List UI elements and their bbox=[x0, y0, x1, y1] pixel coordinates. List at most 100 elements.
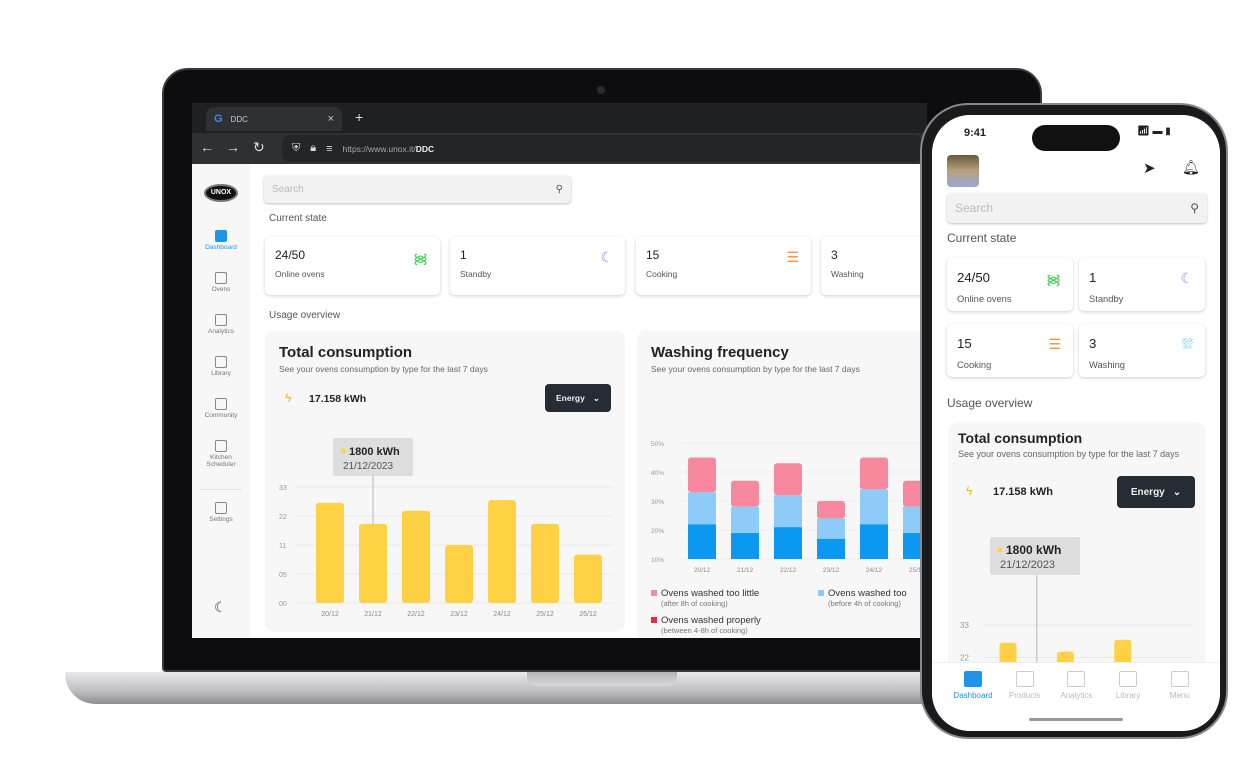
state-label: Washing bbox=[1089, 359, 1126, 370]
bar-20/12[interactable] bbox=[316, 502, 344, 603]
nav-label: Library bbox=[1115, 691, 1141, 700]
search-icon[interactable]: ⚲ bbox=[556, 184, 563, 195]
url-text: https://www.unox.it/DDC bbox=[342, 143, 435, 154]
state-label: Online ovens bbox=[275, 269, 325, 279]
stack-segment-23/12[interactable] bbox=[817, 518, 845, 539]
stack-segment-22/12[interactable] bbox=[774, 495, 802, 528]
tooltip-swatch bbox=[997, 547, 1003, 553]
stack-segment-21/12[interactable] bbox=[731, 506, 759, 533]
energy-dropdown[interactable]: Energy ⌄ bbox=[545, 384, 611, 412]
legend-item: Ovens washed too little (after 8h of cook… bbox=[651, 588, 759, 608]
x-tick-label: 20/12 bbox=[321, 611, 339, 618]
state-card-online-ovens[interactable]: 24/50 Online ovens ᯼ bbox=[265, 237, 440, 295]
tooltip-date: 21/12/2023 bbox=[1000, 559, 1055, 571]
avatar[interactable] bbox=[947, 155, 979, 187]
stack-segment-24/12[interactable] bbox=[860, 489, 888, 525]
bar-24/12[interactable] bbox=[488, 500, 516, 603]
sidebar-item-ovens[interactable]: Ovens bbox=[192, 272, 250, 293]
calendar-icon bbox=[215, 440, 227, 452]
nav-label: Dashboard bbox=[953, 691, 993, 700]
stack-segment-21/12[interactable] bbox=[731, 480, 759, 507]
browser-tab[interactable]: G DDC × bbox=[206, 107, 342, 131]
x-tick-label: 23/12 bbox=[450, 611, 468, 618]
sidebar-item-dashboard[interactable]: Dashboard bbox=[192, 230, 250, 251]
sidebar: UNOX Dashboard Ovens Analytics Library Commu… bbox=[192, 164, 250, 638]
bar-22/12[interactable] bbox=[402, 510, 430, 603]
status-time: 9:41 bbox=[964, 127, 987, 139]
wifi-icon: ᯼ bbox=[1046, 271, 1061, 287]
state-value: 3 bbox=[1089, 336, 1097, 352]
nav-dashboard[interactable]: Dashboard bbox=[947, 671, 999, 700]
close-tab-icon[interactable]: × bbox=[328, 113, 334, 125]
stack-segment-24/12[interactable] bbox=[860, 524, 888, 559]
stack-segment-21/12[interactable] bbox=[731, 532, 759, 559]
state-value: 3 bbox=[831, 248, 838, 262]
status-icons: 📶︎ ▬ ▮ bbox=[1137, 126, 1171, 137]
stack-segment-20/12[interactable] bbox=[688, 457, 716, 493]
bar-23/12[interactable] bbox=[445, 545, 473, 603]
state-card-cooking[interactable]: 15 Cooking ☰ bbox=[636, 237, 811, 295]
stack-segment-20/12[interactable] bbox=[688, 492, 716, 525]
search-input[interactable]: Search ⚲ bbox=[947, 193, 1207, 223]
state-card-standby[interactable]: 1 Standby ☾ bbox=[1079, 258, 1205, 311]
stack-segment-22/12[interactable] bbox=[774, 463, 802, 496]
energy-dropdown[interactable]: Energy ⌄ bbox=[1117, 476, 1195, 508]
back-icon[interactable]: ← bbox=[200, 139, 214, 155]
energy-icon: ϟ bbox=[285, 391, 292, 405]
state-card-washing[interactable]: 3Washing⛆ bbox=[821, 237, 927, 295]
state-label: Standby bbox=[460, 269, 492, 279]
chevron-down-icon: ⌄ bbox=[1172, 486, 1182, 498]
sidebar-item-settings[interactable]: Settings bbox=[192, 502, 250, 523]
stack-segment-22/12[interactable] bbox=[774, 527, 802, 559]
legend-swatch bbox=[651, 617, 657, 623]
nav-menu[interactable]: Menu bbox=[1154, 671, 1206, 700]
state-card-online-ovens[interactable]: 24/50 Online ovens ᯼ bbox=[947, 258, 1073, 311]
nav-library[interactable]: Library bbox=[1102, 671, 1154, 700]
stack-segment-24/12[interactable] bbox=[860, 457, 888, 490]
bar-26/12[interactable] bbox=[574, 554, 602, 603]
sidebar-item-label: Dashboard bbox=[205, 244, 237, 251]
community-icon bbox=[215, 398, 227, 410]
x-tick-label: 20/12 bbox=[694, 567, 711, 574]
search-input[interactable]: Search ⚲ bbox=[264, 175, 571, 203]
forward-icon[interactable]: → bbox=[226, 139, 240, 155]
url-bar[interactable]: ⛨ 🔒︎ ≡ https://www.unox.it/DDC bbox=[282, 135, 922, 162]
tooltip-value: 1800 kWh bbox=[1006, 543, 1061, 557]
browser-tab-bar: G DDC × + bbox=[192, 103, 927, 133]
state-value: 24/50 bbox=[957, 270, 991, 286]
state-label: Standby bbox=[1089, 293, 1124, 304]
sidebar-item-analytics[interactable]: Analytics bbox=[192, 314, 250, 335]
sidebar-item-kitchen-scheduler[interactable]: Kitchen Scheduler bbox=[192, 440, 250, 468]
new-tab-button[interactable]: + bbox=[355, 109, 363, 125]
nav-analytics[interactable]: Analytics bbox=[1050, 671, 1102, 700]
washing-frequency-chart: 10% 20% 30% 40% 50% 20/12 21/12 22/12 23/12 24/12… bbox=[651, 441, 927, 574]
bar-25/12[interactable] bbox=[531, 523, 559, 603]
sliders-icon: ☰ bbox=[786, 249, 799, 265]
sidebar-item-library[interactable]: Library bbox=[192, 356, 250, 377]
state-card-washing[interactable]: 3Washing⛆ bbox=[1079, 324, 1205, 377]
reload-icon[interactable]: ↻ bbox=[253, 139, 265, 156]
stack-segment-23/12[interactable] bbox=[817, 501, 845, 519]
legend-label: Ovens washed too bbox=[828, 588, 907, 599]
menu-icon bbox=[1170, 671, 1189, 687]
current-state-heading: Current state bbox=[269, 213, 327, 224]
moon-icon[interactable]: ☾ bbox=[214, 599, 227, 616]
stack-segment-23/12[interactable] bbox=[817, 538, 845, 559]
bar-21/12[interactable] bbox=[359, 523, 387, 603]
bell-icon[interactable]: 🔔︎ bbox=[1182, 159, 1200, 176]
dynamic-island bbox=[1032, 125, 1120, 151]
stack-segment-20/12[interactable] bbox=[688, 524, 716, 559]
legend-item: Ovens washed too (before 4h of cooking) bbox=[818, 588, 907, 608]
search-icon[interactable]: ⚲ bbox=[1190, 201, 1199, 215]
search-placeholder: Search bbox=[955, 201, 994, 215]
state-value: 1 bbox=[460, 248, 467, 262]
sidebar-item-community[interactable]: Community bbox=[192, 398, 250, 419]
state-card-cooking[interactable]: 15 Cooking ☰ bbox=[947, 324, 1073, 377]
state-card-standby[interactable]: 1 Standby ☾ bbox=[450, 237, 625, 295]
sidebar-item-label: Library bbox=[211, 370, 231, 377]
products-icon bbox=[1015, 671, 1034, 687]
dropdown-value: Energy bbox=[1130, 486, 1165, 498]
nav-products[interactable]: Products bbox=[999, 671, 1051, 700]
address-bar-row: ← → ↻ ⛨ 🔒︎ ≡ https://www.unox.it/DDC bbox=[192, 133, 927, 164]
send-icon[interactable]: ➤ bbox=[1143, 159, 1156, 177]
